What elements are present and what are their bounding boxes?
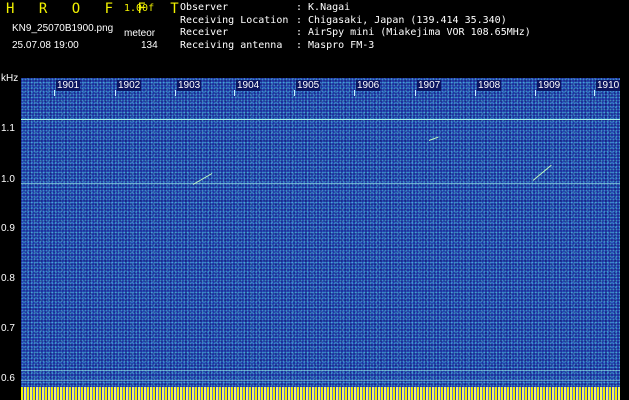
x-tick-mark <box>594 90 595 96</box>
x-tick-label: 1901 <box>56 80 81 91</box>
y-tick-label: 0.9 <box>1 223 15 234</box>
x-tick-label: 1907 <box>417 80 442 91</box>
y-tick-label: 1.1 <box>1 123 15 134</box>
app-version: 1.00f <box>124 3 155 14</box>
filename-label: KN9_25070B1900.png <box>12 23 114 34</box>
x-tick-label: 1902 <box>117 80 142 91</box>
x-tick-label: 1904 <box>236 80 261 91</box>
info-key: Receiving Location <box>180 14 289 26</box>
header-panel: H R O F F T 1.00f KN9_25070B1900.png 25.… <box>0 0 629 78</box>
x-tick-label: 1905 <box>296 80 321 91</box>
x-tick-label: 1908 <box>477 80 502 91</box>
spectrogram-noise <box>21 78 620 400</box>
info-row-antenna: Receiving antenna : Maspro FM-3 <box>180 40 531 53</box>
y-tick-label: 0.7 <box>1 323 15 334</box>
y-axis-unit: kHz <box>1 73 19 84</box>
carrier-line-0-62khz <box>21 370 620 371</box>
observation-info: Observer : K.Nagai Receiving Location : Ch… <box>180 2 531 52</box>
x-tick-mark <box>54 90 55 96</box>
info-row-location: Receiving Location : Chigasaki, Japan (13… <box>180 15 531 28</box>
right-margin <box>620 78 629 400</box>
datetime-label: 25.07.08 19:00 <box>12 40 79 51</box>
carrier-line-0-61khz <box>21 380 620 381</box>
x-tick-label: 1903 <box>177 80 202 91</box>
info-key: Receiver <box>180 27 229 38</box>
info-value: : K.Nagai <box>296 2 351 13</box>
y-tick-label: 1.0 <box>1 174 15 185</box>
y-tick-label: 0.6 <box>1 373 15 384</box>
x-tick-mark <box>415 90 416 96</box>
info-row-receiver: Receiver : AirSpy mini (Miakejima VOR 108… <box>180 27 531 40</box>
x-tick-label: 1909 <box>537 80 562 91</box>
x-tick-mark <box>535 90 536 96</box>
x-tick-mark <box>115 90 116 96</box>
meteor-count: 134 <box>141 40 158 51</box>
carrier-line-1-0khz <box>21 183 620 184</box>
meteor-label: meteor <box>124 28 156 39</box>
x-tick-mark <box>175 90 176 96</box>
app-logo: H R O F F T <box>6 1 187 17</box>
x-tick-label: 1910 <box>596 80 621 91</box>
x-tick-label: 1906 <box>356 80 381 91</box>
x-tick-mark <box>294 90 295 96</box>
y-tick-label: 0.8 <box>1 273 15 284</box>
x-tick-mark <box>234 90 235 96</box>
carrier-line-1-1khz <box>21 119 620 120</box>
x-tick-mark <box>475 90 476 96</box>
info-value: : AirSpy mini (Miakejima VOR 108.65MHz) <box>296 27 531 38</box>
x-tick-mark <box>354 90 355 96</box>
info-value: : Chigasaki, Japan (139.414 35.340) <box>296 14 507 26</box>
spectrogram-plot[interactable] <box>21 78 620 400</box>
info-key: Observer <box>180 2 229 13</box>
info-value: : Maspro FM-3 <box>296 39 375 51</box>
info-row-observer: Observer : K.Nagai <box>180 2 531 15</box>
signal-strength-strip <box>21 387 620 400</box>
info-key: Receiving antenna <box>180 39 283 51</box>
